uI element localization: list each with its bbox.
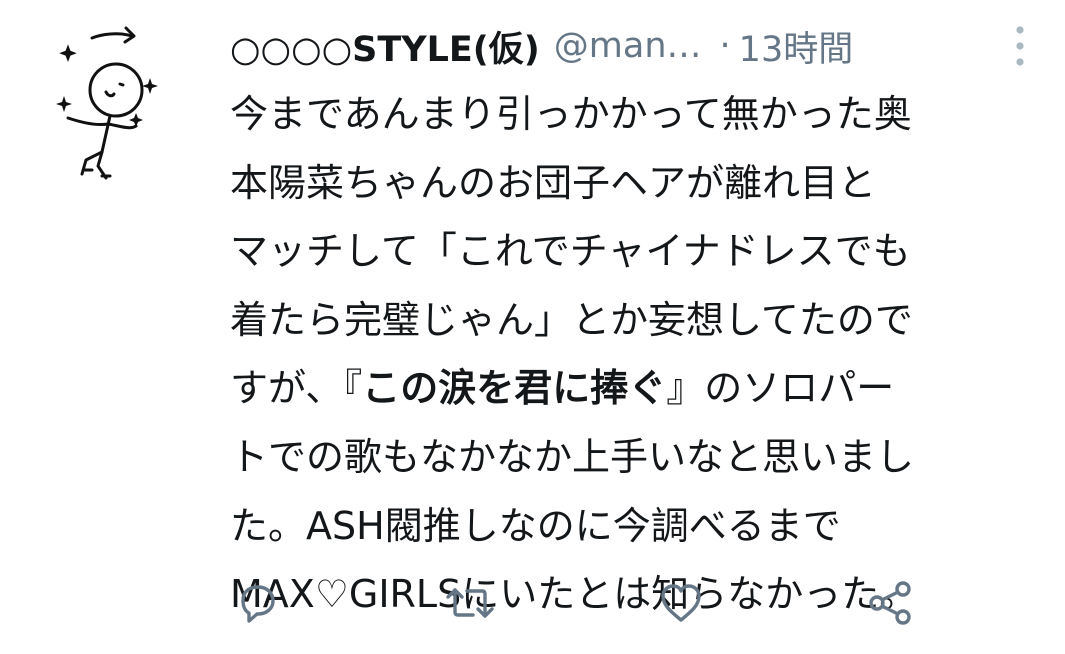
tweet-text-line: トでの歌もなかなか上手いなと思いまし [230,434,915,479]
tweet-text: 今まであんまり引っかかって無かった奥 本陽菜ちゃんのお団子ヘアが離れ目と マッチ… [230,80,1010,629]
avatar[interactable] [40,14,180,184]
heart-icon [661,584,701,622]
tweet-text-line: すが、『この涙を君に捧ぐ』のソロパー [230,354,1010,423]
separator-dot: · [719,26,731,66]
user-handle[interactable]: @man… [554,26,702,66]
retweet-button[interactable] [445,578,495,628]
tweet-text-line: マッチして「これでチャイナドレスでも [230,229,911,274]
display-name[interactable]: ○○○○STYLE(仮) [230,21,540,72]
tweet-text-line: 着たら完璧じゃん」とか妄想してたので [230,297,913,342]
timestamp[interactable]: 13時間 [739,21,854,72]
tweet-text-line: た。ASH閥推しなのに今調べるまで [230,503,841,548]
tweet-text-line: 本陽菜ちゃんのお団子ヘアが離れ目と [230,160,877,205]
retweet-icon [446,588,494,618]
song-title-bold: この涙を君に捧ぐ [362,366,667,411]
like-button[interactable] [656,578,706,628]
share-button[interactable] [866,578,916,628]
reply-icon [241,585,275,623]
tweet-text-segment: すが、『 [230,366,363,411]
tweet-text-line: 今まであんまり引っかかって無かった奥 [230,92,912,136]
stick-figure-avatar-icon [56,26,158,180]
tweet-actions [0,578,1065,628]
more-options-button[interactable] [1010,24,1030,68]
reply-button[interactable] [233,578,283,628]
share-icon [869,581,911,625]
tweet-text-segment: 』のソロパー [666,366,895,411]
more-vertical-icon [1016,26,1024,66]
tweet-header: ○○○○STYLE(仮) @man… · 13時間 [230,16,1030,76]
tweet-card[interactable]: ○○○○STYLE(仮) @man… · 13時間 今まであんまり引っかかって無… [0,0,1065,654]
